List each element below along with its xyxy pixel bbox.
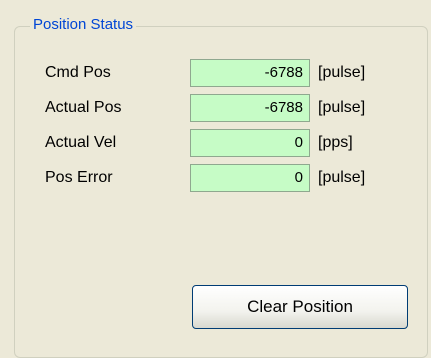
group-title: Position Status [30, 15, 137, 35]
actual-pos-label: Actual Pos [45, 99, 122, 116]
actual-vel-value: 0 [190, 129, 310, 157]
pos-error-label: Pos Error [45, 169, 113, 186]
actual-pos-unit: [pulse] [318, 99, 366, 116]
cmd-pos-unit: [pulse] [318, 64, 366, 81]
clear-position-button[interactable]: Clear Position [192, 285, 408, 329]
actual-pos-value: -6788 [190, 94, 310, 122]
pos-error-value: 0 [190, 164, 310, 192]
actual-vel-unit: [pps] [318, 134, 353, 151]
actual-vel-label: Actual Vel [45, 134, 117, 151]
cmd-pos-value: -6788 [190, 59, 310, 87]
pos-error-unit: [pulse] [318, 169, 366, 186]
cmd-pos-label: Cmd Pos [45, 64, 111, 81]
